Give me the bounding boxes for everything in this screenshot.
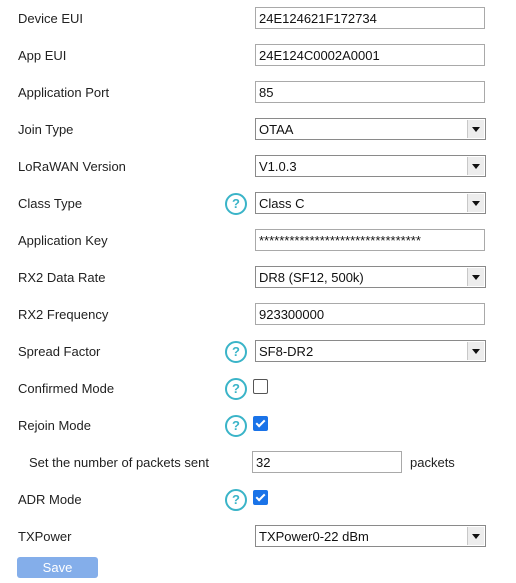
help-icon[interactable]: ? bbox=[225, 341, 247, 363]
row-join-type: Join Type OTAA bbox=[0, 118, 516, 142]
row-confirmed-mode: Confirmed Mode ? bbox=[0, 377, 516, 401]
spread-factor-select[interactable]: SF8-DR2 bbox=[255, 340, 486, 362]
confirmed-mode-checkbox[interactable] bbox=[253, 379, 268, 394]
txpower-select[interactable]: TXPower0-22 dBm bbox=[255, 525, 486, 547]
app-eui-input[interactable] bbox=[255, 44, 485, 66]
lorawan-version-value: V1.0.3 bbox=[259, 159, 297, 174]
app-eui-label: App EUI bbox=[18, 48, 67, 63]
row-adr-mode: ADR Mode ? bbox=[0, 488, 516, 512]
rejoin-mode-label: Rejoin Mode bbox=[18, 418, 91, 433]
class-type-value: Class C bbox=[259, 196, 305, 211]
spread-factor-label: Spread Factor bbox=[18, 344, 101, 359]
join-type-select[interactable]: OTAA bbox=[255, 118, 486, 140]
rejoin-mode-checkbox[interactable] bbox=[253, 416, 268, 431]
row-spread-factor: Spread Factor ? SF8-DR2 bbox=[0, 340, 516, 364]
help-icon[interactable]: ? bbox=[225, 489, 247, 511]
row-rejoin-mode: Rejoin Mode ? bbox=[0, 414, 516, 438]
packets-sent-input[interactable] bbox=[252, 451, 402, 473]
row-lorawan-version: LoRaWAN Version V1.0.3 bbox=[0, 155, 516, 179]
chevron-down-icon[interactable] bbox=[467, 120, 484, 138]
class-type-label: Class Type bbox=[18, 196, 83, 211]
class-type-select[interactable]: Class C bbox=[255, 192, 486, 214]
rx2-data-rate-value: DR8 (SF12, 500k) bbox=[259, 270, 364, 285]
packets-unit-label: packets bbox=[410, 455, 455, 470]
rx2-frequency-input[interactable] bbox=[255, 303, 485, 325]
save-button[interactable]: Save bbox=[17, 557, 98, 578]
help-icon[interactable]: ? bbox=[225, 415, 247, 437]
adr-mode-label: ADR Mode bbox=[18, 492, 82, 507]
row-class-type: Class Type ? Class C bbox=[0, 192, 516, 216]
txpower-label: TXPower bbox=[18, 529, 72, 544]
application-port-label: Application Port bbox=[18, 85, 110, 100]
chevron-down-icon[interactable] bbox=[467, 527, 484, 545]
row-app-eui: App EUI bbox=[0, 44, 516, 68]
lorawan-version-label: LoRaWAN Version bbox=[18, 159, 126, 174]
application-key-input[interactable] bbox=[255, 229, 485, 251]
chevron-down-icon[interactable] bbox=[467, 268, 484, 286]
chevron-down-icon[interactable] bbox=[467, 157, 484, 175]
row-packets-sent: Set the number of packets sent packets bbox=[0, 451, 516, 475]
rx2-frequency-label: RX2 Frequency bbox=[18, 307, 109, 322]
row-device-eui: Device EUI bbox=[0, 7, 516, 31]
adr-mode-checkbox[interactable] bbox=[253, 490, 268, 505]
rx2-data-rate-select[interactable]: DR8 (SF12, 500k) bbox=[255, 266, 486, 288]
application-key-label: Application Key bbox=[18, 233, 108, 248]
lorawan-version-select[interactable]: V1.0.3 bbox=[255, 155, 486, 177]
chevron-down-icon[interactable] bbox=[467, 342, 484, 360]
txpower-value: TXPower0-22 dBm bbox=[259, 529, 369, 544]
spread-factor-value: SF8-DR2 bbox=[259, 344, 314, 359]
row-application-key: Application Key bbox=[0, 229, 516, 253]
row-rx2-frequency: RX2 Frequency bbox=[0, 303, 516, 327]
confirmed-mode-label: Confirmed Mode bbox=[18, 381, 115, 396]
application-port-input[interactable] bbox=[255, 81, 485, 103]
row-txpower: TXPower TXPower0-22 dBm bbox=[0, 525, 516, 549]
row-rx2-data-rate: RX2 Data Rate DR8 (SF12, 500k) bbox=[0, 266, 516, 290]
device-eui-label: Device EUI bbox=[18, 11, 84, 26]
row-application-port: Application Port bbox=[0, 81, 516, 105]
help-icon[interactable]: ? bbox=[225, 378, 247, 400]
chevron-down-icon[interactable] bbox=[467, 194, 484, 212]
help-icon[interactable]: ? bbox=[225, 193, 247, 215]
join-type-label: Join Type bbox=[18, 122, 74, 137]
packets-sent-label: Set the number of packets sent bbox=[29, 455, 209, 470]
join-type-value: OTAA bbox=[259, 122, 294, 137]
device-eui-input[interactable] bbox=[255, 7, 485, 29]
rx2-data-rate-label: RX2 Data Rate bbox=[18, 270, 106, 285]
